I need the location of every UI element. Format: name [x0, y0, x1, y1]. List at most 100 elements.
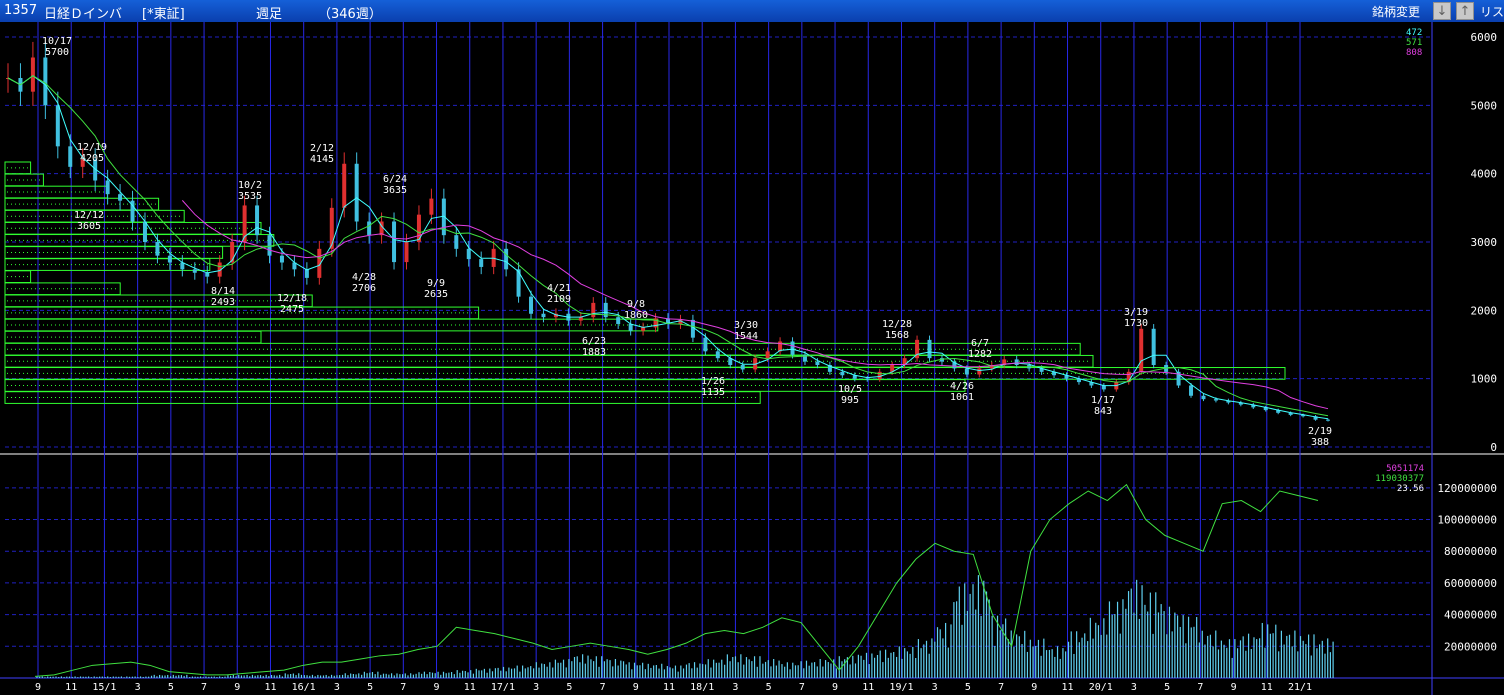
candle-body — [255, 205, 260, 236]
profile-bar — [4, 391, 761, 404]
candle-body — [541, 313, 546, 318]
annotation-date: 3/19 — [1124, 307, 1148, 318]
change-symbol-button[interactable]: 銘柄変更 — [1372, 3, 1420, 21]
volume-legend-item: 5051174 — [1386, 464, 1424, 474]
annotation-date: 1/26 — [701, 376, 725, 387]
candle-body — [68, 146, 73, 167]
date-tick-label: 3 — [135, 682, 141, 693]
annotation-date: 2/12 — [310, 143, 334, 154]
candle-body — [1326, 419, 1330, 421]
date-tick-label: 3 — [932, 682, 938, 693]
price-tick-label: 3000 — [1471, 236, 1498, 249]
candlesticks — [6, 41, 1330, 422]
date-tick-label: 11 — [862, 682, 874, 693]
date-tick-label: 16/1 — [292, 682, 316, 693]
annotation-value: 2635 — [424, 289, 448, 300]
candle-body — [1213, 399, 1218, 401]
candle-body — [641, 327, 646, 331]
date-tick-label: 3 — [1131, 682, 1137, 693]
date-tick-label: 18/1 — [690, 682, 714, 693]
annotation-date: 9/9 — [427, 278, 445, 289]
candle-body — [466, 248, 471, 260]
annotation-date: 12/28 — [882, 319, 912, 330]
candle-body — [479, 259, 484, 267]
candle-body — [392, 221, 397, 263]
price-legend-item: 808 — [1406, 48, 1422, 58]
volume-legend-item: 23.56 — [1397, 484, 1424, 494]
annotation-date: 2/19 — [1308, 426, 1332, 437]
candle-body — [155, 242, 160, 256]
grid-lines — [0, 22, 1504, 695]
date-tick-label: 15/1 — [92, 682, 116, 693]
date-tick-label: 5 — [766, 682, 772, 693]
annotation-value: 2109 — [547, 294, 571, 305]
annotation-date: 10/17 — [42, 36, 72, 47]
annotation-value: 1883 — [582, 347, 606, 358]
annotation-value: 843 — [1094, 406, 1112, 417]
annotation-date: 6/23 — [582, 336, 606, 347]
date-tick-label: 11 — [464, 682, 476, 693]
annotation-date: 6/7 — [971, 338, 989, 349]
price-tick-label: 6000 — [1471, 31, 1498, 44]
annotation-value: 3605 — [77, 221, 101, 232]
candle-body — [43, 57, 48, 106]
market-label: [*東証] — [142, 7, 185, 22]
arrow-down-icon[interactable]: ↓ — [1433, 2, 1451, 20]
date-tick-label: 19/1 — [889, 682, 913, 693]
candle-body — [815, 361, 820, 365]
volume-tick-label: 20000000 — [1444, 640, 1497, 653]
price-tick-label: 4000 — [1471, 168, 1498, 181]
volume-tick-label: 100000000 — [1437, 514, 1497, 527]
annotation-value: 1282 — [968, 349, 992, 360]
candle-body — [267, 235, 272, 256]
date-tick-label: 3 — [533, 682, 539, 693]
annotation-date: 12/12 — [74, 210, 104, 221]
date-tick-label: 9 — [1031, 682, 1037, 693]
date-tick-label: 7 — [799, 682, 805, 693]
date-tick-label: 9 — [35, 682, 41, 693]
candle-body — [1189, 385, 1194, 396]
date-tick-label: 9 — [1231, 682, 1237, 693]
volume-legend-item: 119030377 — [1375, 474, 1424, 484]
candle-body — [167, 255, 172, 263]
volume-profile — [4, 161, 1286, 404]
date-tick-label: 9 — [434, 682, 440, 693]
annotation-date: 10/5 — [838, 384, 862, 395]
candle-body — [964, 368, 969, 375]
candle-body — [578, 317, 583, 321]
price-tick-label: 0 — [1490, 441, 1497, 454]
annotation-value: 5700 — [45, 47, 69, 58]
list-button[interactable]: リス — [1480, 3, 1504, 21]
annotation-date: 10/2 — [238, 180, 262, 191]
annotation-value: 2706 — [352, 283, 376, 294]
annotation-date: 4/26 — [950, 381, 974, 392]
candle-body — [192, 269, 197, 273]
candle-body — [740, 365, 745, 370]
date-tick-label: 5 — [367, 682, 373, 693]
arrow-up-icon[interactable]: ↑ — [1456, 2, 1474, 20]
candle-body — [142, 221, 147, 242]
annotation-value: 1730 — [1124, 318, 1148, 329]
date-tick-label: 5 — [168, 682, 174, 693]
date-tick-label: 9 — [234, 682, 240, 693]
candle-body — [927, 339, 932, 359]
profile-bar — [4, 282, 121, 296]
date-tick-label: 7 — [998, 682, 1004, 693]
annotation-value: 995 — [841, 395, 859, 406]
price-legend-item: 472 — [1406, 28, 1422, 38]
annotation-value: 2475 — [280, 304, 304, 315]
annotation-value: 1061 — [950, 392, 974, 403]
candle-body — [367, 221, 372, 236]
date-tick-label: 7 — [600, 682, 606, 693]
annotation-date: 4/28 — [352, 272, 376, 283]
annotation-date: 1/17 — [1091, 395, 1115, 406]
date-tick-label: 17/1 — [491, 682, 515, 693]
price-legend-item: 571 — [1406, 38, 1422, 48]
date-tick-label: 5 — [1164, 682, 1170, 693]
price-tick-label: 2000 — [1471, 304, 1498, 317]
candle-body — [790, 341, 795, 355]
candle-body — [504, 248, 509, 270]
candle-body — [404, 242, 409, 263]
annotation-date: 12/19 — [77, 142, 107, 153]
candle-body — [840, 371, 845, 376]
